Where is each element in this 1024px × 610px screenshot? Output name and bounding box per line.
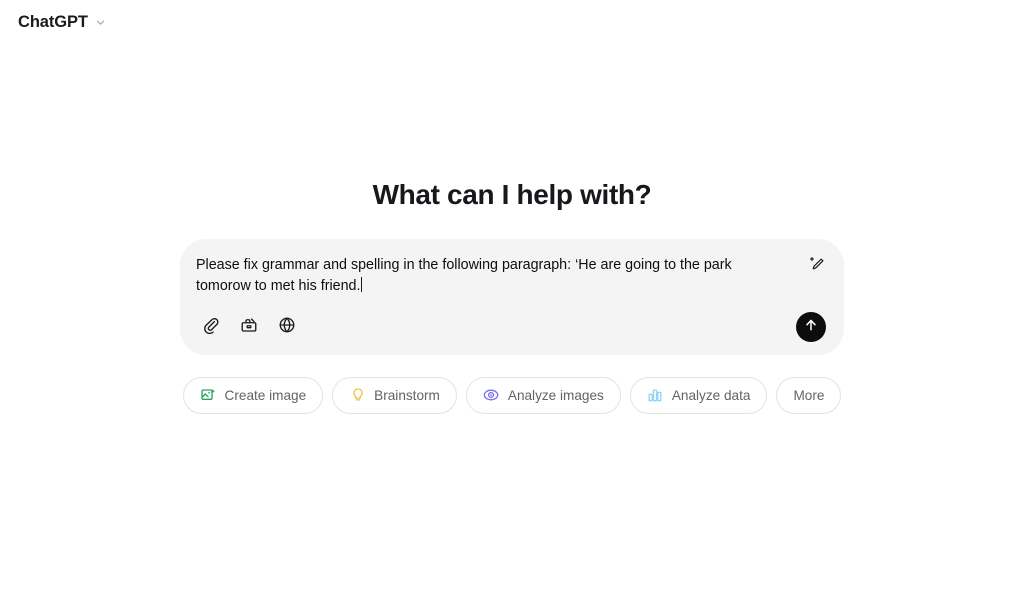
text-caret [360,276,362,292]
arrow-up-icon [803,317,819,336]
composer-tool-group [196,312,302,342]
send-button[interactable] [796,311,826,342]
chip-label: Analyze data [671,387,751,403]
chip-analyze-data[interactable]: Analyze data [629,376,768,414]
eye-icon [483,387,500,404]
prompt-text: Please fix grammar and spelling in the f… [196,256,736,294]
paperclip-icon [202,316,220,337]
chip-label: More [793,387,825,403]
attach-file-button[interactable] [196,312,226,342]
main-stage: What can I help with? Please fix grammar… [0,0,1024,610]
chip-more[interactable]: More [776,376,842,414]
chip-label: Analyze images [507,387,604,403]
image-icon [200,387,217,404]
edit-pencil-sparkle-icon[interactable] [804,252,830,278]
chip-label: Brainstorm [374,387,440,403]
tools-button[interactable] [234,312,264,342]
globe-icon [278,316,296,337]
chip-label: Create image [224,387,307,403]
center-column: What can I help with? Please fix grammar… [180,179,844,414]
suggestion-chips: Create image Brainstorm Analyze images A… [182,376,842,414]
bar-chart-icon [647,387,664,404]
chip-create-image[interactable]: Create image [182,376,324,414]
chip-brainstorm[interactable]: Brainstorm [332,376,457,414]
composer: Please fix grammar and spelling in the f… [180,238,844,355]
toolbox-icon [240,316,258,337]
prompt-input[interactable]: Please fix grammar and spelling in the f… [196,255,826,297]
chip-analyze-images[interactable]: Analyze images [465,376,621,414]
lightbulb-icon [349,387,366,404]
page-title: What can I help with? [372,178,652,210]
composer-toolbar [196,311,826,343]
web-search-button[interactable] [272,312,302,342]
